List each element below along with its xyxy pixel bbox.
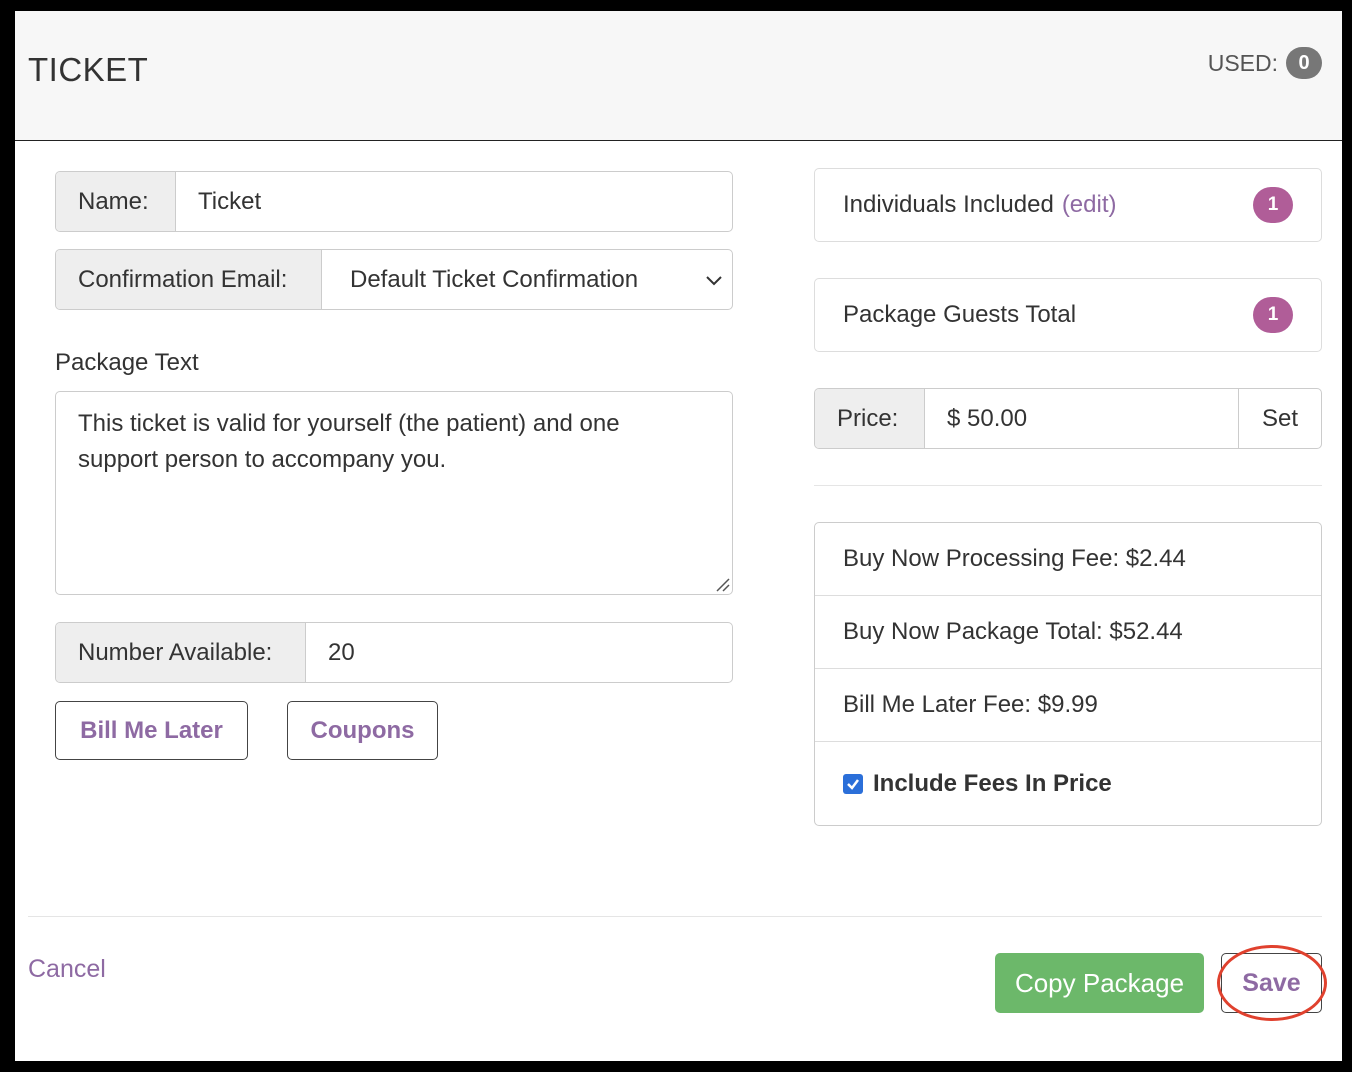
number-available-group: Number Available: 20 [55,622,733,683]
price-label: Price: [815,389,925,448]
individuals-edit-link[interactable]: (edit) [1062,191,1117,219]
name-input[interactable]: Ticket [176,172,732,231]
package-guests-label: Package Guests Total [843,301,1077,328]
coupons-button[interactable]: Coupons [287,701,438,760]
resize-handle-icon[interactable] [714,576,730,592]
name-label: Name: [56,172,176,231]
package-guests-count-badge: 1 [1253,297,1293,333]
number-available-input[interactable]: 20 [306,623,732,682]
price-group: Price: $ 50.00 Set [814,388,1322,449]
processing-fee-text: Buy Now Processing Fee: $2.44 [843,545,1186,572]
footer-divider [28,916,1322,917]
include-fees-checkbox[interactable] [843,774,863,794]
package-text-line-1: This ticket is valid for yourself (the p… [78,410,620,437]
package-text-line-2: support person to accompany you. [78,446,447,473]
confirmation-email-select[interactable]: Default Ticket Confirmation [322,250,732,309]
confirmation-email-label: Confirmation Email: [56,250,322,309]
package-text-area[interactable]: This ticket is valid for yourself (the p… [55,391,733,595]
fee-row: Buy Now Processing Fee: $2.44 [815,523,1321,596]
used-indicator: USED: 0 [1208,47,1322,79]
bill-later-fee-text: Bill Me Later Fee: $9.99 [843,691,1098,718]
include-fees-label[interactable]: Include Fees In Price [873,770,1112,798]
checkmark-icon [847,779,859,790]
package-total-text: Buy Now Package Total: $52.44 [843,618,1183,645]
number-available-label: Number Available: [56,623,306,682]
individuals-count-badge: 1 [1253,187,1293,223]
confirmation-email-value: Default Ticket Confirmation [350,265,639,293]
modal-header: TICKET USED: 0 [15,11,1342,141]
include-fees-row: Include Fees In Price [815,742,1321,826]
cancel-link[interactable]: Cancel [28,955,106,984]
bill-me-later-button[interactable]: Bill Me Later [55,701,248,760]
chevron-down-icon [706,275,722,285]
confirmation-email-group: Confirmation Email: Default Ticket Confi… [55,249,733,310]
fee-row: Bill Me Later Fee: $9.99 [815,669,1321,742]
divider [814,485,1322,486]
save-highlight-annotation [1217,945,1327,1021]
package-text-label: Package Text [55,349,199,376]
name-field-group: Name: Ticket [55,171,733,232]
modal-title: TICKET [28,51,149,88]
fee-row: Buy Now Package Total: $52.44 [815,596,1321,669]
copy-package-button[interactable]: Copy Package [995,953,1204,1013]
set-price-button[interactable]: Set [1239,389,1321,448]
used-count-badge: 0 [1286,47,1322,79]
fees-panel: Buy Now Processing Fee: $2.44 Buy Now Pa… [814,522,1322,826]
used-label: USED: [1207,49,1278,76]
price-input[interactable]: $ 50.00 [925,389,1239,448]
individuals-included-panel: Individuals Included (edit) 1 [814,168,1322,242]
ticket-modal: TICKET USED: 0 Name: Ticket Confirmation… [15,11,1342,1061]
individuals-included-label: Individuals Included [843,191,1054,218]
package-guests-panel: Package Guests Total 1 [814,278,1322,352]
